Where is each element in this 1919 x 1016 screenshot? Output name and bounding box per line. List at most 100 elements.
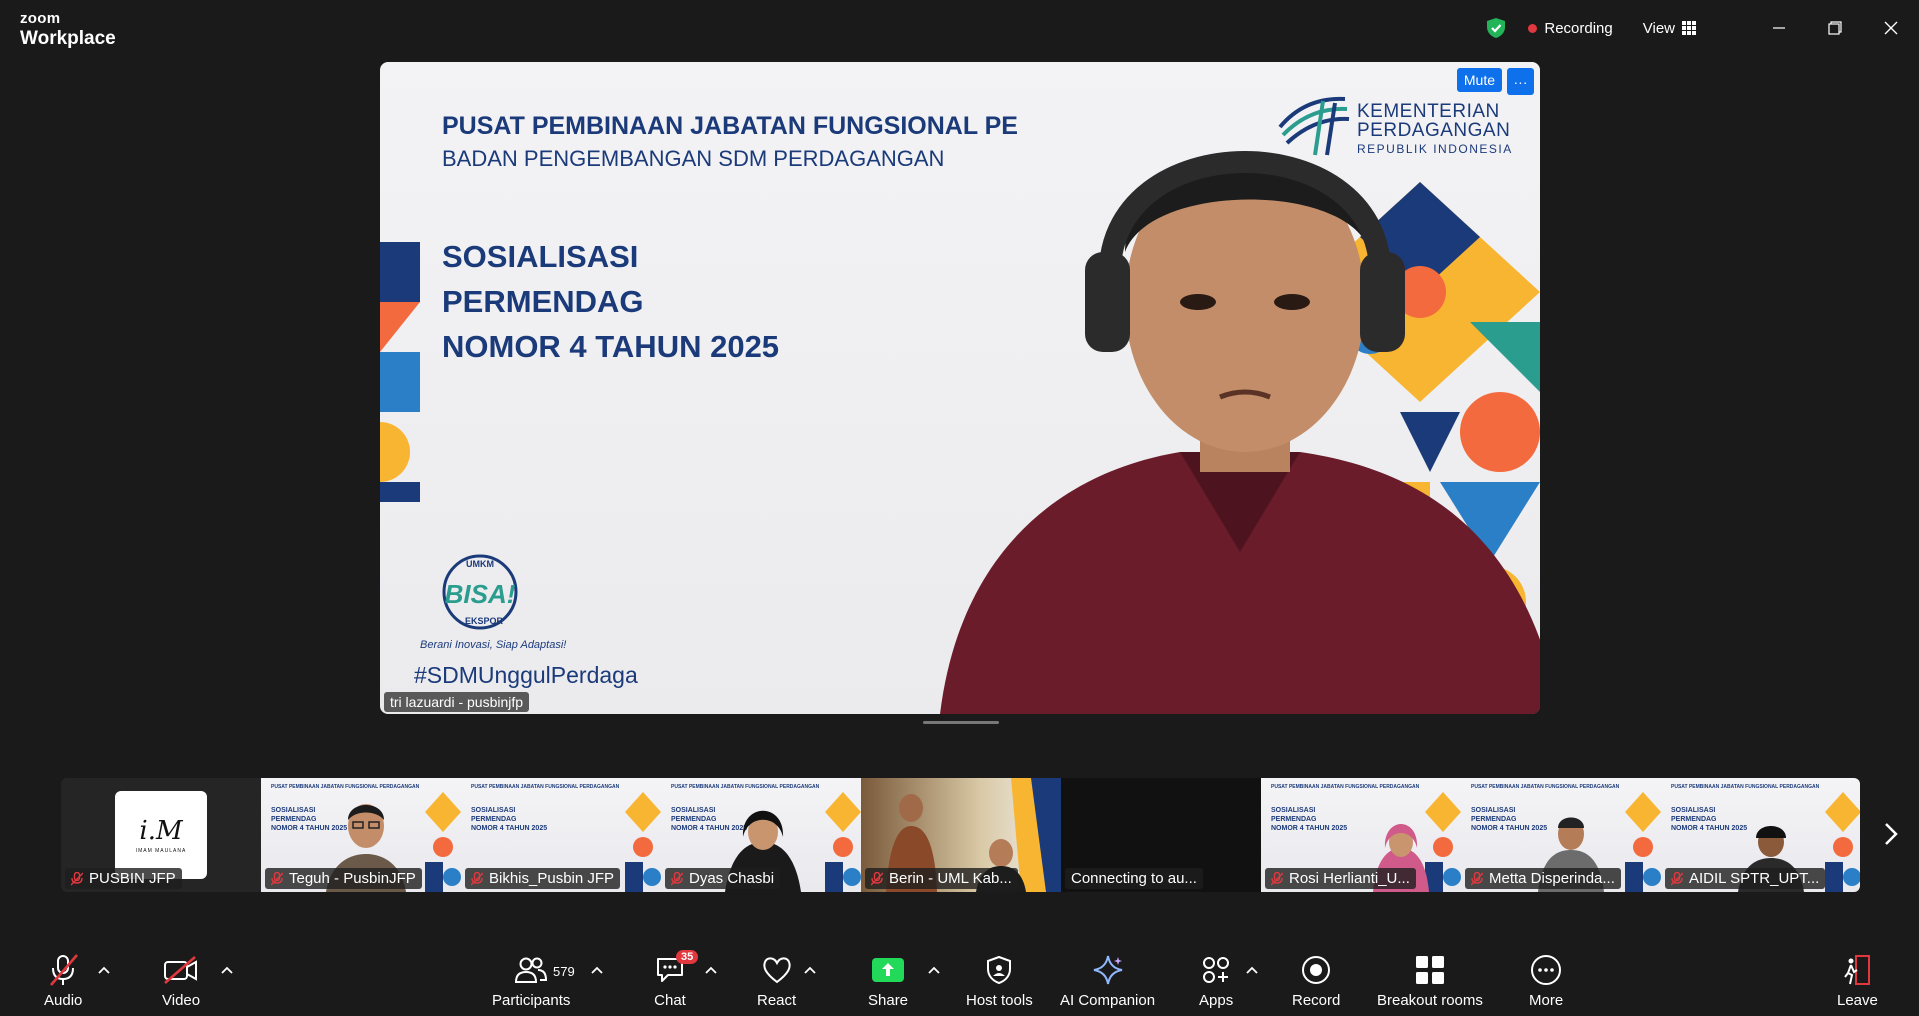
- mini-slide-heading: SOSIALISASI PERMENDAG NOMOR 4 TAHUN 2025: [1271, 806, 1347, 833]
- more-button[interactable]: More: [1529, 952, 1563, 1009]
- participant-tile[interactable]: Berin - UML Kab...: [861, 778, 1061, 892]
- participants-options-caret-icon[interactable]: [591, 966, 603, 974]
- muted-mic-icon: [471, 871, 483, 885]
- mini-slide-l4: NOMOR 4 TAHUN 2025: [471, 825, 548, 832]
- participant-tile[interactable]: PUSAT PEMBINAAN JABATAN FUNGSIONAL PERDA…: [1261, 778, 1461, 892]
- profile-logo-text: IMAM MAULANA: [135, 848, 187, 854]
- participant-tile[interactable]: PUSAT PEMBINAAN JABATAN FUNGSIONAL PERDA…: [461, 778, 661, 892]
- chat-unread-badge: 35: [676, 950, 699, 964]
- chat-options-caret-icon[interactable]: [705, 966, 717, 974]
- mini-slide-l4: NOMOR 4 TAHUN 2025: [1271, 825, 1348, 832]
- share-button[interactable]: Share: [868, 952, 908, 1009]
- participant-tile[interactable]: PUSAT PEMBINAAN JABATAN FUNGSIONAL PERDA…: [261, 778, 461, 892]
- participant-name: Rosi Herlianti_U...: [1289, 870, 1410, 887]
- apps-button[interactable]: Apps: [1199, 952, 1233, 1009]
- mini-slide-decoration: [1625, 792, 1661, 892]
- heart-icon: [762, 957, 791, 984]
- participant-name-tag: Rosi Herlianti_U...: [1265, 868, 1416, 889]
- slide-hashtag: #SDMUnggulPerdaga: [414, 662, 638, 688]
- minimize-button[interactable]: [1751, 0, 1807, 56]
- participant-tile[interactable]: PUSAT PEMBINAAN JABATAN FUNGSIONAL PERDA…: [1661, 778, 1860, 892]
- video-more-options-button[interactable]: ···: [1507, 68, 1534, 95]
- mini-slide-l2: SOSIALISASI: [1271, 807, 1316, 814]
- audio-button[interactable]: Audio: [44, 952, 82, 1009]
- recording-indicator[interactable]: Recording: [1528, 20, 1613, 37]
- react-options-caret-icon[interactable]: [804, 966, 816, 974]
- grid-view-icon: [1682, 21, 1696, 35]
- muted-mic-icon: [1271, 871, 1283, 885]
- record-button[interactable]: Record: [1292, 952, 1340, 1009]
- mini-slide-l2: SOSIALISASI: [1671, 807, 1716, 814]
- mini-slide-title: PUSAT PEMBINAAN JABATAN FUNGSIONAL PERDA…: [271, 784, 420, 790]
- participant-name: PUSBIN JFP: [89, 870, 176, 887]
- view-button[interactable]: View: [1643, 20, 1696, 37]
- participant-tile[interactable]: PUSAT PEMBINAAN JABATAN FUNGSIONAL PERDA…: [1461, 778, 1661, 892]
- apps-icon: [1203, 957, 1230, 983]
- host-tools-shield-icon: [987, 955, 1012, 985]
- participants-count: 579: [553, 964, 575, 979]
- profile-picture: i.M IMAM MAULANA: [115, 791, 207, 879]
- more-label: More: [1529, 992, 1564, 1009]
- title-bar: zoom Workplace Recording View: [0, 0, 1919, 56]
- share-screen-icon: [872, 958, 905, 982]
- restore-button[interactable]: [1807, 0, 1863, 56]
- participant-name-tag: Berin - UML Kab...: [865, 868, 1018, 889]
- record-icon: [1302, 956, 1331, 984]
- share-options-caret-icon[interactable]: [928, 966, 940, 974]
- mini-slide-title: PUSAT PEMBINAAN JABATAN FUNGSIONAL PERDA…: [1271, 784, 1420, 790]
- participant-tile[interactable]: i.M IMAM MAULANA PUSBIN JFP: [61, 778, 261, 892]
- participant-name-tag: Metta Disperinda...: [1465, 868, 1621, 889]
- speaker-name-tag: tri lazuardi - pusbinjfp: [384, 692, 530, 712]
- participant-name-tag: Connecting to au...: [1065, 868, 1203, 889]
- breakout-rooms-label: Breakout rooms: [1377, 992, 1483, 1009]
- stopped-video-icon: [164, 956, 198, 984]
- participant-name-tag: PUSBIN JFP: [65, 868, 182, 889]
- host-tools-button[interactable]: Host tools: [966, 952, 1033, 1009]
- audio-label: Audio: [44, 992, 83, 1009]
- mini-slide-title: PUSAT PEMBINAAN JABATAN FUNGSIONAL PERDA…: [471, 784, 620, 790]
- chat-label: Chat: [654, 992, 686, 1009]
- mini-slide-title: PUSAT PEMBINAAN JABATAN FUNGSIONAL PERDA…: [1671, 784, 1820, 790]
- muted-mic-icon: [71, 871, 83, 885]
- leave-meeting-button[interactable]: Leave: [1837, 952, 1878, 1009]
- mini-slide-decoration: [1825, 792, 1860, 892]
- mini-slide-decoration: [825, 792, 861, 892]
- share-label: Share: [868, 992, 909, 1009]
- resize-drag-handle[interactable]: [923, 721, 999, 724]
- mini-slide-title: PUSAT PEMBINAAN JABATAN FUNGSIONAL PERDA…: [671, 784, 820, 790]
- participant-name: Dyas Chasbi: [689, 870, 775, 887]
- chat-button[interactable]: 35 Chat: [654, 950, 699, 1009]
- encryption-shield-icon[interactable]: [1484, 16, 1508, 40]
- mute-participant-button[interactable]: Mute: [1456, 68, 1502, 92]
- mini-slide-l3: PERMENDAG: [1271, 816, 1317, 823]
- brand-bottom: Workplace: [20, 28, 116, 49]
- slide-title-line1: SOSIALISASI: [442, 239, 639, 274]
- apps-options-caret-icon[interactable]: [1246, 966, 1258, 974]
- muted-mic-icon: [671, 871, 683, 885]
- more-ellipsis-icon: [1531, 955, 1562, 985]
- active-speaker-video[interactable]: PUSAT PEMBINAAN JABATAN FUNGSIONAL PE BA…: [380, 62, 1540, 714]
- restore-icon: [1828, 21, 1842, 35]
- gallery-next-page-chevron-icon[interactable]: [1884, 820, 1898, 848]
- umkm-bottom-text: EKSPOR: [465, 616, 504, 626]
- video-button[interactable]: Video: [162, 952, 200, 1009]
- profile-logo-mark: i.M: [139, 816, 183, 846]
- close-button[interactable]: [1863, 0, 1919, 56]
- participant-name: Bikhis_Pusbin JFP: [489, 870, 615, 887]
- video-options-caret-icon[interactable]: [221, 966, 233, 974]
- ai-companion-label: AI Companion: [1060, 992, 1156, 1009]
- participants-button[interactable]: Participants: [492, 952, 570, 1009]
- participant-name: Metta Disperinda...: [1489, 870, 1615, 887]
- ai-companion-button[interactable]: AI Companion: [1060, 952, 1155, 1009]
- mini-slide-title: PUSAT PEMBINAAN JABATAN FUNGSIONAL PERDA…: [1471, 784, 1620, 790]
- muted-mic-icon: [271, 871, 283, 885]
- react-button[interactable]: React: [757, 952, 796, 1009]
- audio-options-caret-icon[interactable]: [98, 966, 110, 974]
- host-tools-label: Host tools: [966, 992, 1033, 1009]
- breakout-rooms-button[interactable]: Breakout rooms: [1377, 952, 1483, 1009]
- mini-slide-l3: PERMENDAG: [471, 816, 517, 823]
- participant-name: Berin - UML Kab...: [889, 870, 1012, 887]
- slide-main-title: SOSIALISASI PERMENDAG NOMOR 4 TAHUN 2025: [442, 234, 779, 369]
- participant-tile[interactable]: PUSAT PEMBINAAN JABATAN FUNGSIONAL PERDA…: [661, 778, 861, 892]
- participant-tile[interactable]: Connecting to au...: [1061, 778, 1261, 892]
